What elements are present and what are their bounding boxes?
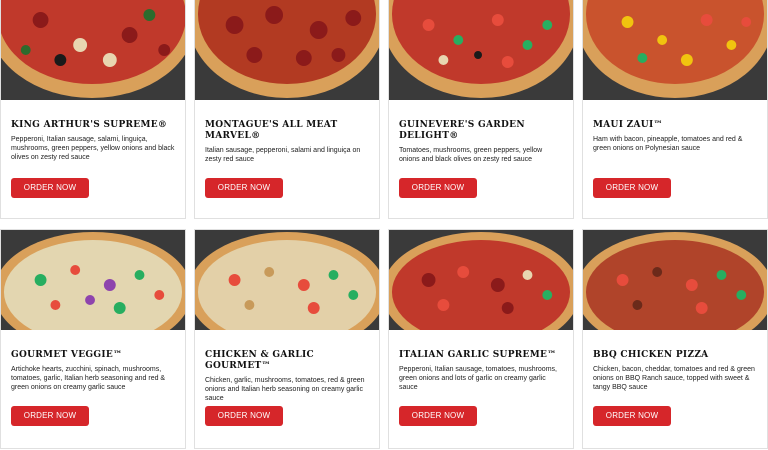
pizza-name: MONTAGUE'S ALL MEAT MARVEL® xyxy=(205,120,338,141)
pizza-card-bbq-chicken-pizza: BBQ CHICKEN PIZZA Chicken, bacon, chedda… xyxy=(582,229,768,449)
pizza-name: ITALIAN GARLIC SUPREME™ xyxy=(399,350,557,360)
pizza-card-chicken-garlic-gourmet: CHICKEN & GARLIC GOURMET™ Chicken, garli… xyxy=(194,229,380,449)
pizza-name: GOURMET VEGGIE™ xyxy=(11,350,123,360)
pizza-photo xyxy=(1,230,185,330)
order-now-button[interactable]: ORDER NOW xyxy=(593,178,671,198)
pizza-card-italian-garlic-supreme: ITALIAN GARLIC SUPREME™ Pepperoni, Itali… xyxy=(388,229,574,449)
pizza-photo xyxy=(389,230,573,330)
order-now-button[interactable]: ORDER NOW xyxy=(11,178,89,198)
pizza-name: CHICKEN & GARLIC GOURMET™ xyxy=(205,350,314,371)
order-now-button[interactable]: ORDER NOW xyxy=(11,406,89,426)
order-now-button[interactable]: ORDER NOW xyxy=(205,178,283,198)
pizza-card-king-arthurs-supreme: KING ARTHUR'S SUPREME® Pepperoni, Italia… xyxy=(0,0,186,219)
order-now-button[interactable]: ORDER NOW xyxy=(399,178,477,198)
pizza-description: Italian sausage, pepperoni, salami and l… xyxy=(205,147,361,163)
pizza-name: KING ARTHUR'S SUPREME® xyxy=(11,120,168,130)
pizza-description: Pepperoni, Italian sausage, tomatoes, mu… xyxy=(399,366,557,391)
pizza-photo xyxy=(195,230,379,330)
pizza-card-gourmet-veggie: GOURMET VEGGIE™ Artichoke hearts, zucchi… xyxy=(0,229,186,449)
pizza-card-montagues-all-meat-marvel: MONTAGUE'S ALL MEAT MARVEL® Italian saus… xyxy=(194,0,380,219)
pizza-description: Tomatoes, mushrooms, green peppers, yell… xyxy=(399,147,543,163)
pizza-card-maui-zaui: MAUI ZAUI™ Ham with bacon, pineapple, to… xyxy=(582,0,768,219)
pizza-description: Chicken, garlic, mushrooms, tomatoes, re… xyxy=(205,377,365,402)
pizza-name: GUINEVERE'S GARDEN DELIGHT® xyxy=(399,120,525,141)
order-now-button[interactable]: ORDER NOW xyxy=(205,406,283,426)
pizza-photo xyxy=(389,0,573,100)
pizza-description: Chicken, bacon, cheddar, tomatoes and re… xyxy=(593,366,755,391)
order-now-button[interactable]: ORDER NOW xyxy=(399,406,477,426)
pizza-photo xyxy=(583,230,767,330)
pizza-photo xyxy=(583,0,767,100)
pizza-name: BBQ CHICKEN PIZZA xyxy=(593,350,709,360)
pizza-photo xyxy=(1,0,185,100)
pizza-photo xyxy=(195,0,379,100)
pizza-description: Pepperoni, Italian sausage, salami, ling… xyxy=(11,136,175,161)
pizza-card-guineveres-garden-delight: GUINEVERE'S GARDEN DELIGHT® Tomatoes, mu… xyxy=(388,0,574,219)
order-now-button[interactable]: ORDER NOW xyxy=(593,406,671,426)
pizza-menu-grid: KING ARTHUR'S SUPREME® Pepperoni, Italia… xyxy=(0,0,768,450)
pizza-description: Ham with bacon, pineapple, tomatoes and … xyxy=(593,136,743,152)
pizza-name: MAUI ZAUI™ xyxy=(593,120,663,130)
pizza-description: Artichoke hearts, zucchini, spinach, mus… xyxy=(11,366,166,391)
